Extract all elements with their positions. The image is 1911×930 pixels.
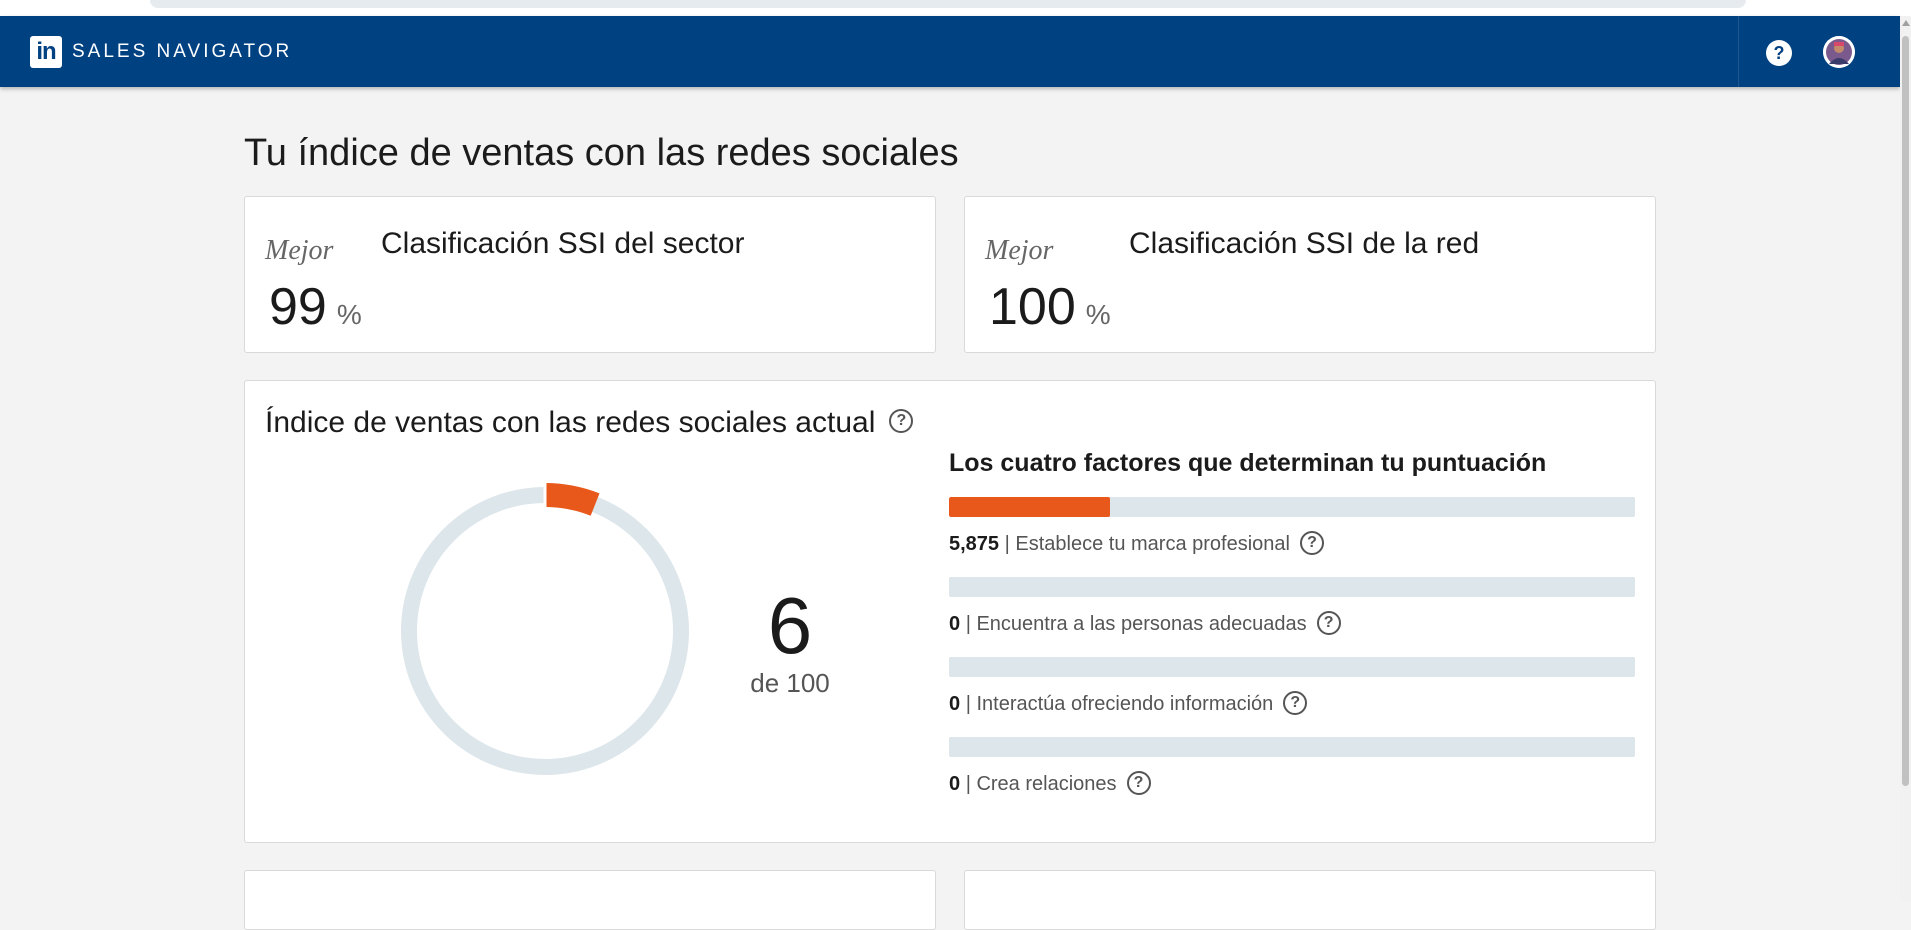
user-avatar-icon — [1823, 36, 1855, 68]
help-question-icon[interactable]: ? — [1283, 690, 1308, 715]
brand-name[interactable]: SALES NAVIGATOR — [72, 40, 292, 64]
rank-label: Clasificación SSI de la red — [1129, 227, 1480, 260]
factor-progress-bar — [949, 737, 1635, 757]
rank-value: 100% — [989, 277, 1111, 345]
ssi-title: Índice de ventas con las redes sociales … — [265, 403, 914, 443]
factor-brand: 5,875 | Establece tu marca profesional? — [949, 497, 1635, 577]
current-ssi-card: Índice de ventas con las redes sociales … — [244, 380, 1656, 843]
help-icon[interactable]: ? — [1766, 40, 1792, 66]
nav-divider — [1738, 16, 1739, 87]
factor-find-people: 0 | Encuentra a las personas adecuadas? — [949, 577, 1635, 657]
network-peers-card — [964, 870, 1656, 930]
browser-address-bar[interactable] — [150, 0, 1746, 8]
help-question-icon[interactable]: ? — [1316, 610, 1341, 635]
factor-separator: | — [965, 773, 971, 795]
factor-engage-insights: 0 | Interactúa ofreciendo información? — [949, 657, 1635, 737]
avatar[interactable] — [1823, 36, 1855, 68]
rank-qualifier: Mejor — [985, 235, 1054, 266]
rank-value: 99% — [269, 277, 362, 345]
ssi-score: 6 de 100 — [715, 586, 865, 699]
factors-panel: Los cuatro factores que determinan tu pu… — [949, 447, 1635, 817]
help-question-icon[interactable]: ? — [889, 409, 914, 434]
factor-row: 0 | Crea relaciones? — [949, 770, 1151, 798]
factor-value: 5,875 — [949, 533, 1000, 555]
factor-build-relationships: 0 | Crea relaciones? — [949, 737, 1635, 817]
browser-top-strip — [0, 0, 1911, 16]
factor-label: Crea relaciones — [976, 773, 1117, 795]
scroll-up-arrow-icon[interactable] — [1902, 20, 1910, 26]
help-question-icon[interactable]: ? — [1299, 530, 1324, 555]
ssi-title-text: Índice de ventas con las redes sociales … — [265, 406, 876, 439]
factor-separator: | — [1004, 533, 1010, 555]
scrollbar-thumb[interactable] — [1902, 36, 1909, 786]
industry-rank-card: Mejor Clasificación SSI del sector 99% — [244, 196, 936, 353]
industry-peers-card — [244, 870, 936, 930]
rank-label: Clasificación SSI del sector — [381, 227, 745, 260]
rank-unit: % — [1085, 299, 1111, 330]
factor-label: Encuentra a las personas adecuadas — [976, 613, 1307, 635]
factor-separator: | — [965, 613, 971, 635]
score-of: de 100 — [750, 668, 830, 698]
factor-progress-bar — [949, 497, 1635, 517]
factor-progress-bar — [949, 657, 1635, 677]
ssi-donut-chart — [397, 483, 693, 779]
rank-number: 99 — [269, 278, 327, 336]
factor-progress-fill — [949, 497, 1111, 517]
factor-value: 0 — [949, 773, 961, 795]
rank-unit: % — [336, 299, 362, 330]
page-scrollbar[interactable] — [1900, 16, 1911, 902]
factor-progress-bar — [949, 577, 1635, 597]
linkedin-logo-icon[interactable]: in — [30, 36, 62, 68]
factors-title: Los cuatro factores que determinan tu pu… — [949, 449, 1547, 477]
factor-label: Interactúa ofreciendo información — [976, 693, 1274, 715]
factor-row: 5,875 | Establece tu marca profesional? — [949, 530, 1324, 558]
page-title: Tu índice de ventas con las redes social… — [244, 132, 959, 174]
help-question-icon[interactable]: ? — [1126, 770, 1151, 795]
factor-label: Establece tu marca profesional — [1015, 533, 1290, 555]
rank-number: 100 — [989, 278, 1076, 336]
top-navigation-bar: in SALES NAVIGATOR ? — [0, 16, 1900, 87]
factor-separator: | — [965, 693, 971, 715]
score-number: 6 — [767, 581, 813, 670]
rank-qualifier: Mejor — [265, 235, 334, 266]
factor-value: 0 — [949, 613, 961, 635]
factor-row: 0 | Interactúa ofreciendo información? — [949, 690, 1308, 718]
factor-row: 0 | Encuentra a las personas adecuadas? — [949, 610, 1341, 638]
network-rank-card: Mejor Clasificación SSI de la red 100% — [964, 196, 1656, 353]
factor-value: 0 — [949, 693, 961, 715]
donut-track — [401, 487, 689, 775]
